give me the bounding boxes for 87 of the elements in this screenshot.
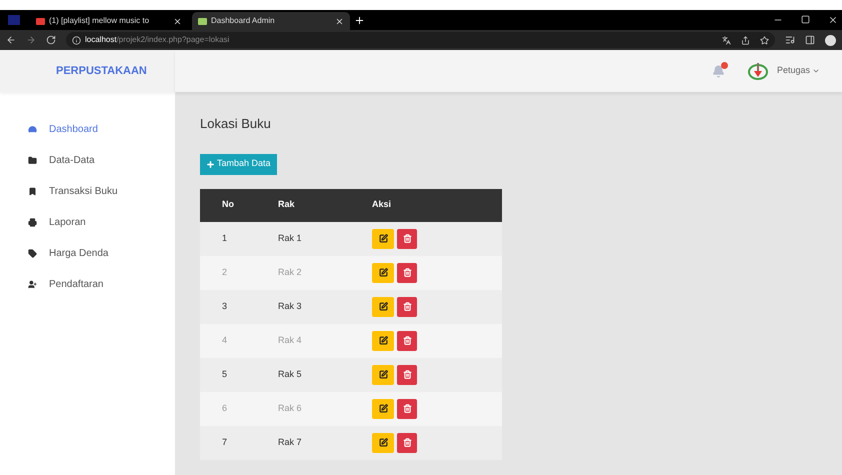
edit-button[interactable] — [372, 228, 394, 248]
share-icon[interactable] — [741, 36, 750, 44]
maximize-icon[interactable] — [801, 15, 810, 24]
forward-icon[interactable] — [26, 35, 36, 45]
edit-button[interactable] — [372, 262, 394, 282]
sidebar-item[interactable]: Laporan — [28, 207, 175, 238]
edit-button[interactable] — [372, 296, 394, 316]
translate-icon[interactable] — [722, 36, 731, 44]
tab-title: (1) [playlist] mellow music to — [49, 15, 150, 27]
new-tab-icon[interactable] — [354, 15, 365, 26]
column-header: Rak — [278, 198, 296, 212]
info-icon — [72, 36, 81, 44]
edit-icon — [378, 438, 388, 447]
browser-tab[interactable]: Dashboard Admin — [192, 12, 350, 30]
edit-icon — [378, 370, 388, 379]
tab-group-icon — [8, 15, 20, 25]
trash-icon — [402, 438, 412, 447]
table-cell-text: 2 — [222, 266, 228, 278]
bell-icon[interactable] — [712, 64, 725, 78]
table-cell-text: Rak 7 — [278, 436, 303, 448]
user-logo-icon — [746, 60, 769, 82]
star-icon[interactable] — [760, 36, 769, 44]
folder-icon — [28, 156, 37, 165]
delete-button[interactable] — [397, 398, 417, 418]
sidebar-item[interactable]: Transaksi Buku — [28, 176, 175, 207]
delete-button[interactable] — [397, 296, 417, 316]
edit-button[interactable] — [372, 330, 394, 350]
trash-icon — [402, 268, 412, 277]
profile-icon[interactable] — [825, 34, 836, 46]
side-panel-icon[interactable] — [805, 35, 815, 45]
delete-button[interactable] — [397, 228, 417, 248]
close-icon[interactable] — [173, 16, 182, 26]
url-field[interactable]: localhost/projek2/index.php?page=lokasi — [66, 32, 775, 48]
tag-icon — [28, 249, 37, 258]
edit-icon — [378, 268, 388, 277]
table-cell-text: Rak 1 — [278, 232, 303, 244]
edit-button[interactable] — [372, 398, 394, 418]
close-icon[interactable] — [335, 16, 344, 26]
brand-title[interactable]: PERPUSTAKAAN — [56, 62, 147, 80]
delete-button[interactable] — [397, 432, 417, 452]
table-cell-text: 1 — [222, 232, 228, 244]
column-header: Aksi — [372, 198, 392, 212]
close-icon[interactable] — [828, 15, 838, 25]
url-text: localhost/projek2/index.php?page=lokasi — [85, 34, 230, 46]
sidebar-item[interactable]: Data-Data — [28, 145, 175, 176]
trash-icon — [402, 234, 412, 243]
table-cell-text: 7 — [222, 436, 228, 448]
table-cell-text: 3 — [222, 300, 228, 312]
edit-icon — [378, 336, 388, 345]
sidebar-item[interactable]: Pendaftaran — [28, 269, 175, 300]
edit-button[interactable] — [372, 432, 394, 452]
plus-icon — [206, 160, 215, 168]
edit-icon — [378, 404, 388, 413]
user-plus-icon — [28, 280, 37, 289]
edit-button[interactable] — [372, 364, 394, 384]
reload-icon[interactable] — [46, 35, 56, 45]
chevron-down-icon[interactable] — [812, 67, 820, 75]
delete-button[interactable] — [397, 330, 417, 350]
tab-title: Dashboard Admin — [211, 15, 276, 27]
sidebar-item[interactable]: Dashboard — [28, 114, 175, 145]
trash-icon — [402, 336, 412, 345]
favicon-icon — [36, 18, 45, 24]
table-cell-text: Rak 4 — [278, 334, 303, 346]
trash-icon — [402, 370, 412, 379]
column-header: No — [221, 198, 235, 212]
user-name[interactable]: Petugas — [776, 64, 810, 78]
back-icon[interactable] — [6, 35, 16, 45]
table-cell-text: Rak 2 — [278, 266, 303, 278]
table-cell-text: 6 — [222, 402, 228, 414]
table-cell-text: Rak 5 — [278, 368, 303, 380]
edit-icon — [378, 302, 388, 311]
media-icon[interactable] — [785, 35, 795, 45]
table-cell-text: Rak 6 — [278, 402, 303, 414]
table-cell-text: Rak 3 — [278, 300, 303, 312]
gauge-icon — [28, 125, 37, 134]
trash-icon — [402, 404, 412, 413]
printer-icon — [28, 218, 37, 227]
sidebar-item[interactable]: Harga Denda — [28, 238, 175, 269]
bookmark-icon — [28, 187, 37, 196]
trash-icon — [402, 302, 412, 311]
favicon-icon — [198, 18, 207, 24]
delete-button[interactable] — [397, 262, 417, 282]
page-title: Lokasi Buku — [200, 115, 271, 133]
table-cell-text: 4 — [222, 334, 228, 346]
table-cell-text: 5 — [222, 368, 228, 380]
delete-button[interactable] — [397, 364, 417, 384]
edit-icon — [378, 234, 388, 243]
